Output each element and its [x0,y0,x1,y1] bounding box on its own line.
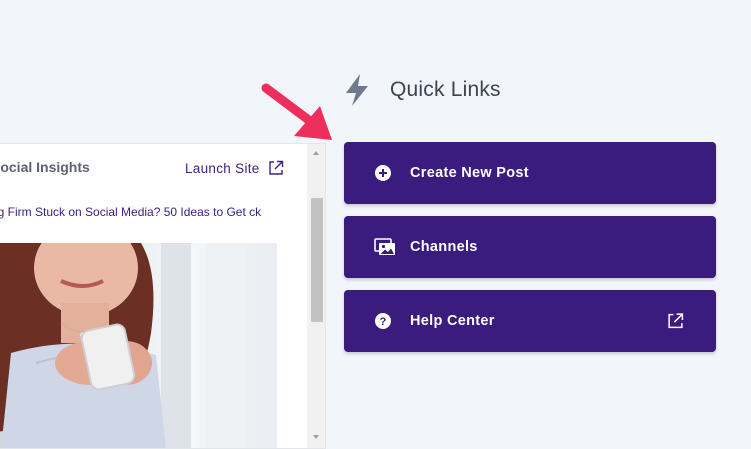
images-icon [374,238,396,256]
social-insights-card: Social Insights Launch Site ng Firm Stuc… [0,143,326,449]
help-center-button[interactable]: ? Help Center [344,290,716,352]
woman-with-phone-illustration [0,243,246,448]
vertical-scrollbar[interactable] [307,144,325,448]
external-link-icon [268,160,283,175]
scroll-thumb[interactable] [311,198,323,322]
post-image [0,243,277,448]
lightning-bolt-icon [346,74,368,106]
quick-links-heading: Quick Links [344,74,501,106]
card-title: Social Insights [0,159,90,175]
external-link-icon [667,313,684,330]
quick-links-title: Quick Links [390,78,501,101]
help-circle-icon: ? [374,312,392,330]
plus-circle-icon [374,164,392,182]
channels-button[interactable]: Channels [344,216,716,278]
card-header: Social Insights Launch Site [0,158,291,178]
help-center-label: Help Center [410,313,495,329]
launch-site-label: Launch Site [185,160,260,176]
post-title-link[interactable]: ng Firm Stuck on Social Media? 50 Ideas … [0,205,276,219]
create-new-post-label: Create New Post [410,165,529,181]
svg-text:?: ? [380,316,387,328]
pointer-arrow-icon [261,83,332,140]
scroll-down-arrow-icon[interactable] [307,430,325,442]
scroll-up-arrow-icon[interactable] [307,146,325,158]
channels-label: Channels [410,239,478,255]
create-new-post-button[interactable]: Create New Post [344,142,716,204]
launch-site-link[interactable]: Launch Site [185,160,284,176]
